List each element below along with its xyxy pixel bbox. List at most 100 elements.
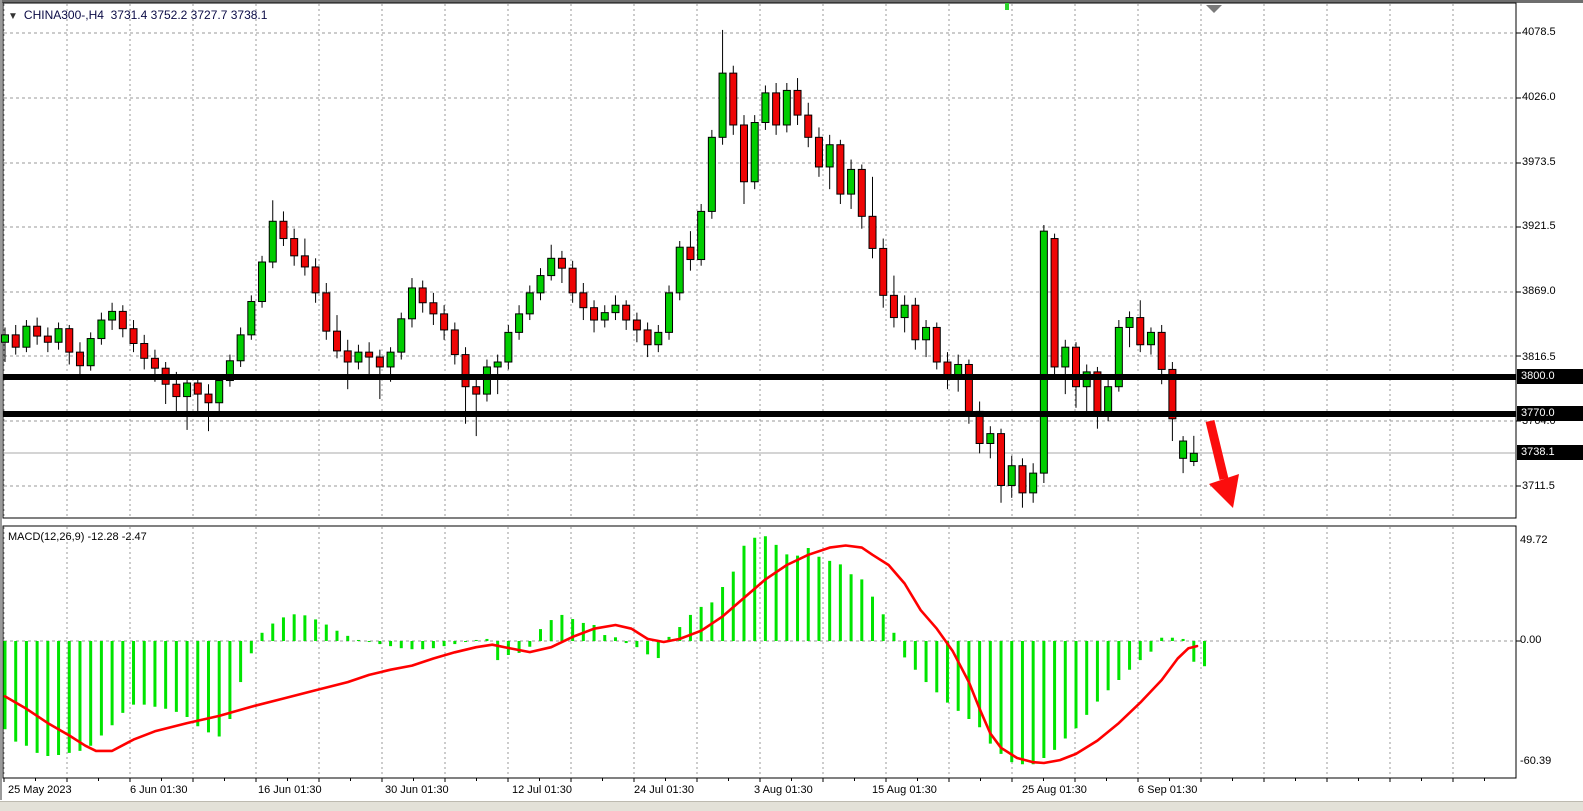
candle-body[interactable] xyxy=(473,387,480,394)
candle-body[interactable] xyxy=(109,311,116,320)
candle-body[interactable] xyxy=(430,303,437,314)
candle-body[interactable] xyxy=(259,262,266,302)
candle-body[interactable] xyxy=(526,293,533,314)
candle-body[interactable] xyxy=(194,383,201,394)
candle-body[interactable] xyxy=(323,293,330,331)
chevron-down-icon[interactable]: ▼ xyxy=(8,11,18,22)
candle-body[interactable] xyxy=(516,314,523,333)
candle-body[interactable] xyxy=(751,123,758,182)
candle-body[interactable] xyxy=(173,384,180,396)
candle-body[interactable] xyxy=(719,73,726,137)
candle-body[interactable] xyxy=(1062,347,1069,367)
candle-body[interactable] xyxy=(708,137,715,211)
candle-body[interactable] xyxy=(1030,473,1037,493)
candle-body[interactable] xyxy=(451,330,458,355)
candle-body[interactable] xyxy=(890,295,897,317)
candle-body[interactable] xyxy=(837,145,844,194)
candle-body[interactable] xyxy=(483,367,490,394)
candle-body[interactable] xyxy=(66,329,73,352)
candle-body[interactable] xyxy=(773,93,780,125)
candle-body[interactable] xyxy=(248,302,255,335)
candle-body[interactable] xyxy=(666,293,673,333)
candle-body[interactable] xyxy=(87,339,94,366)
candle-body[interactable] xyxy=(998,434,1005,486)
candle-body[interactable] xyxy=(762,93,769,123)
candle-body[interactable] xyxy=(1190,453,1197,461)
candle-body[interactable] xyxy=(34,326,41,336)
candle-body[interactable] xyxy=(301,256,308,267)
candle-body[interactable] xyxy=(1008,466,1015,486)
candle-body[interactable] xyxy=(783,90,790,125)
candle-body[interactable] xyxy=(462,355,469,387)
candle-body[interactable] xyxy=(687,247,694,259)
candle-body[interactable] xyxy=(1040,231,1047,473)
chart-canvas[interactable] xyxy=(0,0,1583,811)
candle-body[interactable] xyxy=(494,362,501,367)
candle-body[interactable] xyxy=(1126,318,1133,328)
candle-body[interactable] xyxy=(184,383,191,397)
candle-body[interactable] xyxy=(1147,332,1154,344)
candle-body[interactable] xyxy=(912,305,919,340)
candle-body[interactable] xyxy=(119,311,126,328)
candle-body[interactable] xyxy=(98,320,105,339)
candle-body[interactable] xyxy=(1019,466,1026,493)
candle-body[interactable] xyxy=(291,239,298,256)
candle-body[interactable] xyxy=(537,276,544,293)
candle-body[interactable] xyxy=(826,145,833,167)
candle-body[interactable] xyxy=(815,137,822,167)
candle-body[interactable] xyxy=(76,352,83,366)
candle-body[interactable] xyxy=(12,335,19,347)
candle-body[interactable] xyxy=(558,258,565,268)
candle-body[interactable] xyxy=(601,313,608,320)
candle-body[interactable] xyxy=(612,305,619,312)
candle-body[interactable] xyxy=(730,73,737,125)
candle-body[interactable] xyxy=(280,221,287,238)
candle-body[interactable] xyxy=(355,352,362,362)
candle-body[interactable] xyxy=(548,258,555,275)
candle-body[interactable] xyxy=(923,327,930,339)
candle-body[interactable] xyxy=(398,319,405,352)
candle-body[interactable] xyxy=(216,381,223,403)
candle-body[interactable] xyxy=(237,335,244,361)
candle-body[interactable] xyxy=(633,320,640,330)
candle-body[interactable] xyxy=(1073,347,1080,387)
candle-body[interactable] xyxy=(676,247,683,293)
candle-body[interactable] xyxy=(441,314,448,330)
candle-body[interactable] xyxy=(205,394,212,403)
candle-body[interactable] xyxy=(376,357,383,367)
candle-body[interactable] xyxy=(591,308,598,320)
candle-body[interactable] xyxy=(419,288,426,303)
candle-body[interactable] xyxy=(794,90,801,115)
candle-body[interactable] xyxy=(987,434,994,444)
candle-body[interactable] xyxy=(344,351,351,362)
candle-body[interactable] xyxy=(1105,387,1112,414)
candle-body[interactable] xyxy=(965,364,972,411)
candle-body[interactable] xyxy=(805,115,812,137)
candle-body[interactable] xyxy=(644,330,651,345)
candle-body[interactable] xyxy=(55,329,62,343)
candle-body[interactable] xyxy=(2,335,9,342)
candle-body[interactable] xyxy=(858,169,865,216)
candle-body[interactable] xyxy=(408,288,415,319)
candle-body[interactable] xyxy=(505,332,512,362)
candle-body[interactable] xyxy=(580,293,587,308)
candle-body[interactable] xyxy=(151,358,158,368)
candle-body[interactable] xyxy=(569,268,576,293)
candle-body[interactable] xyxy=(312,267,319,293)
candle-body[interactable] xyxy=(387,352,394,367)
candle-body[interactable] xyxy=(1051,239,1058,367)
candle-body[interactable] xyxy=(130,329,137,344)
candle-body[interactable] xyxy=(141,343,148,358)
candle-body[interactable] xyxy=(655,332,662,344)
candle-body[interactable] xyxy=(23,326,30,347)
candle-body[interactable] xyxy=(269,221,276,262)
candle-body[interactable] xyxy=(44,336,51,342)
candle-body[interactable] xyxy=(933,327,940,362)
candle-body[interactable] xyxy=(848,169,855,194)
candle-body[interactable] xyxy=(1158,332,1165,369)
candle-body[interactable] xyxy=(1137,318,1144,345)
candle-body[interactable] xyxy=(880,248,887,295)
candle-body[interactable] xyxy=(366,352,373,357)
candle-body[interactable] xyxy=(740,125,747,182)
candle-body[interactable] xyxy=(698,211,705,259)
